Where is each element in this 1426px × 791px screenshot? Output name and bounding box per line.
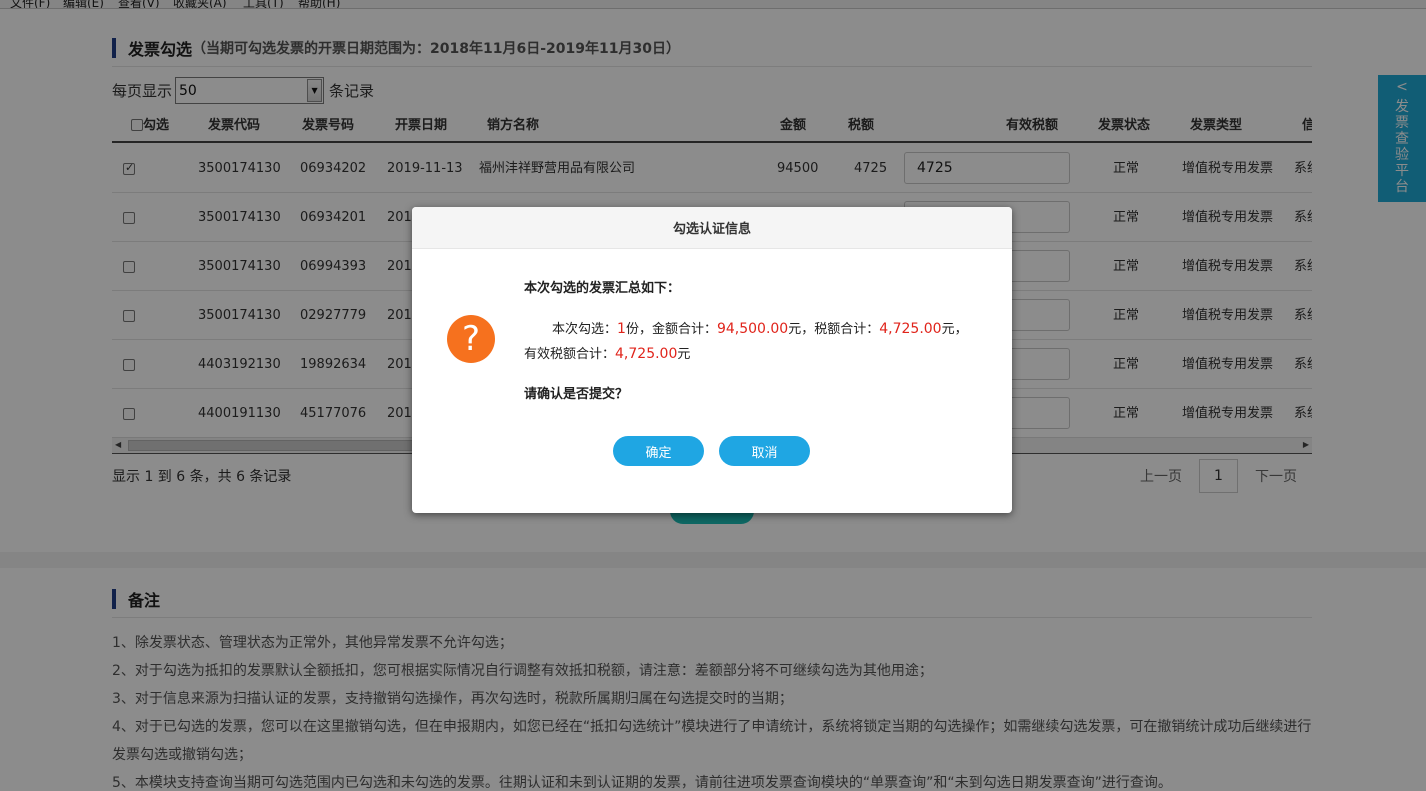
- confirm-dialog: 勾选认证信息 ? 本次勾选的发票汇总如下： 本次勾选：1份，金额合计：94,50…: [412, 207, 1012, 513]
- question-icon: ?: [447, 315, 495, 363]
- amount-total: 94,500.00: [716, 321, 789, 337]
- dialog-line-totals: 本次勾选：1份，金额合计：94,500.00元，税额合计：4,725.00元，: [524, 317, 984, 342]
- cancel-button[interactable]: 取消: [719, 436, 810, 466]
- dialog-body: 本次勾选的发票汇总如下： 本次勾选：1份，金额合计：94,500.00元，税额合…: [524, 277, 984, 407]
- dialog-confirm-question: 请确认是否提交？: [524, 387, 629, 402]
- dialog-title: 勾选认证信息: [412, 207, 1012, 249]
- valid-tax-total: 4,725.00: [615, 346, 678, 362]
- tax-total: 4,725.00: [879, 321, 942, 337]
- label-yuan: 元: [677, 347, 691, 362]
- dialog-line-summary: 本次勾选的发票汇总如下：: [524, 281, 681, 296]
- dialog-line-valid-tax: 有效税额合计：4,725.00元: [524, 342, 984, 367]
- label-count: 本次勾选：: [552, 322, 618, 337]
- label-amount: 份，金额合计：: [625, 322, 717, 337]
- label-valid-tax: 有效税额合计：: [524, 347, 616, 362]
- label-tax: 元，税额合计：: [788, 322, 880, 337]
- label-tail: 元，: [941, 322, 968, 337]
- ok-button[interactable]: 确定: [613, 436, 704, 466]
- selected-count: 1: [617, 321, 626, 337]
